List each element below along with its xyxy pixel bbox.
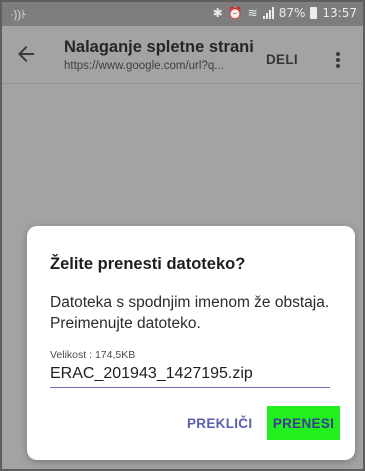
bluetooth-icon: ✱ xyxy=(212,6,223,20)
battery-icon xyxy=(310,7,318,19)
wifi-icon: ≋ xyxy=(247,6,258,20)
clock: 13:57 xyxy=(322,6,357,20)
status-bar: ·))ﾄ ✱ ⏰ ≋ 87% 13:57 xyxy=(2,2,363,26)
filename-input[interactable] xyxy=(50,362,330,388)
download-button[interactable]: PRENESI xyxy=(267,406,340,440)
dialog-title: Želite prenesti datoteko? xyxy=(50,255,246,273)
alarm-icon: ⏰ xyxy=(227,6,243,20)
status-icons: ✱ ⏰ ≋ 87% 13:57 xyxy=(213,6,357,20)
share-button[interactable]: DELI xyxy=(266,52,298,67)
battery-percent: 87% xyxy=(278,6,306,20)
signal-icon xyxy=(262,7,274,19)
vibrate-icon: ·))ﾄ xyxy=(10,9,27,21)
more-vert-icon[interactable] xyxy=(335,52,341,68)
file-size-label: Velikost : 174,5KB xyxy=(50,349,136,361)
back-arrow-icon[interactable] xyxy=(14,42,38,66)
dialog-message: Datoteka s spodnjim imenom že obstaja. P… xyxy=(50,294,330,332)
cancel-button[interactable]: PREKLIČI xyxy=(187,416,252,431)
app-bar: Nalaganje spletne strani https://www.goo… xyxy=(2,26,363,84)
page-title: Nalaganje spletne strani xyxy=(64,38,254,56)
download-dialog: Želite prenesti datoteko? Datoteka s spo… xyxy=(27,226,355,460)
page-url: https://www.google.com/url?q... xyxy=(64,60,224,72)
